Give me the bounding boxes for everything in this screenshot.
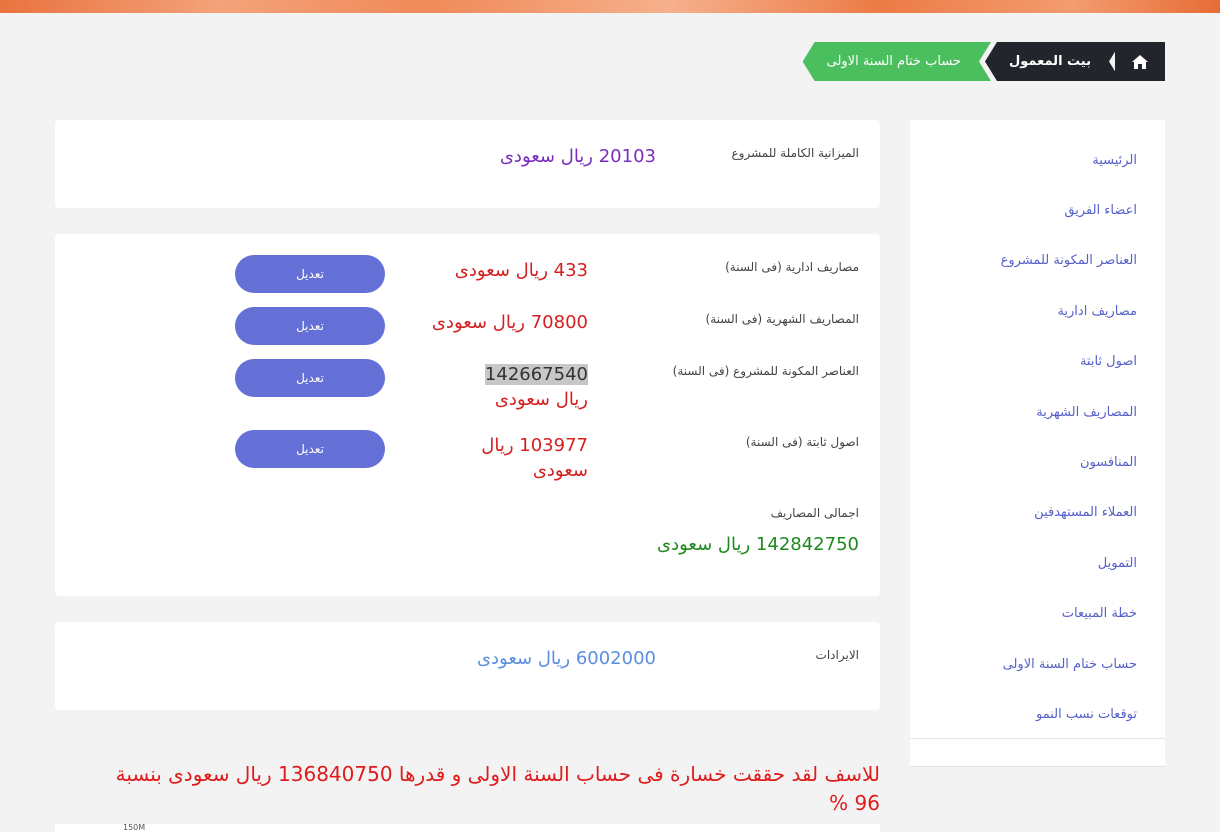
expenses-card: مصاريف ادارية (فى السنة) 433 ريال سعودى …: [55, 234, 880, 596]
sidebar-item-monthly-expenses: المصاريف الشهرية: [910, 387, 1165, 437]
sidebar-link-home[interactable]: الرئيسية: [1092, 153, 1137, 168]
expense-label-monthly: المصاريف الشهرية (فى السنة): [705, 312, 859, 326]
sidebar-link-admin-expenses[interactable]: مصاريف ادارية: [1057, 304, 1137, 319]
budget-label: الميزانية الكاملة للمشروع: [731, 146, 859, 160]
total-expenses-label: اجمالى المصاريف: [770, 506, 859, 520]
revenue-label: الايرادات: [815, 648, 859, 662]
expense-label-admin: مصاريف ادارية (فى السنة): [725, 260, 859, 274]
total-expenses-value: 142842750 ريال سعودى: [657, 534, 859, 555]
breadcrumb-item-current[interactable]: حساب ختام السنة الاولى: [803, 42, 991, 81]
sidebar-link-competitors[interactable]: المنافسون: [1080, 455, 1137, 470]
edit-components-button[interactable]: تعديل: [235, 359, 385, 397]
revenue-value: 6002000 ريال سعودى: [476, 648, 656, 669]
revenue-card: الايرادات 6002000 ريال سعودى: [55, 622, 880, 710]
expense-label-components: العناصر المكونة للمشروع (فى السنة): [672, 364, 859, 378]
sidebar-item-fixed-assets: اصول ثابتة: [910, 337, 1165, 387]
header-banner: [0, 0, 1220, 13]
sidebar-link-sales-plan[interactable]: خطة المبيعات: [1062, 606, 1137, 621]
sidebar-item-home: الرئيسية: [910, 135, 1165, 185]
breadcrumb: بيت المعمول حساب ختام السنة الاولى: [803, 42, 1165, 81]
expense-value-monthly: 70800 ريال سعودى: [431, 312, 588, 333]
edit-fixed-assets-button[interactable]: تعديل: [235, 430, 385, 468]
expense-value-admin: 433 ريال سعودى: [454, 260, 588, 281]
sidebar-link-growth[interactable]: توقعات نسب النمو: [1036, 707, 1137, 722]
expense-value-fixed-assets: 103977 ريال سعودى: [481, 435, 588, 481]
sidebar-item-team: اعضاء الفريق: [910, 185, 1165, 235]
edit-monthly-expenses-button[interactable]: تعديل: [235, 307, 385, 345]
sidebar-link-target-customers[interactable]: العملاء المستهدفين: [1034, 505, 1137, 520]
budget-card: الميزانية الكاملة للمشروع 20103 ريال سعو…: [55, 120, 880, 208]
breadcrumb-home[interactable]: [1115, 42, 1165, 81]
sidebar-menu: الرئيسية اعضاء الفريق العناصر المكونة لل…: [910, 135, 1165, 740]
sidebar-item-admin-expenses: مصاريف ادارية: [910, 286, 1165, 336]
sidebar: الرئيسية اعضاء الفريق العناصر المكونة لل…: [910, 120, 1165, 767]
sidebar-item-growth: توقعات نسب النمو: [910, 689, 1165, 739]
sidebar-link-year-end[interactable]: حساب ختام السنة الاولى: [1003, 657, 1137, 672]
expense-value-components-unit: ريال سعودى: [494, 389, 588, 410]
expense-label-fixed-assets: اصول ثابتة (فى السنة): [745, 435, 859, 449]
sidebar-item-funding: التمويل: [910, 538, 1165, 588]
sidebar-divider: [910, 738, 1165, 739]
sidebar-link-fixed-assets[interactable]: اصول ثابتة: [1080, 354, 1137, 369]
home-icon: [1132, 54, 1148, 69]
sidebar-link-funding[interactable]: التمويل: [1098, 556, 1137, 571]
sidebar-link-components[interactable]: العناصر المكونة للمشروع: [1001, 253, 1137, 268]
sidebar-item-components: العناصر المكونة للمشروع: [910, 236, 1165, 286]
chart-tick-label: 150M: [123, 823, 146, 832]
chart-container: 150M: [55, 823, 880, 832]
sidebar-item-target-customers: العملاء المستهدفين: [910, 488, 1165, 538]
expense-value-components: 142667540 ريال سعودى: [448, 362, 588, 412]
sidebar-link-monthly-expenses[interactable]: المصاريف الشهرية: [1036, 405, 1137, 420]
budget-value: 20103 ريال سعودى: [499, 146, 656, 167]
sidebar-link-team[interactable]: اعضاء الفريق: [1064, 203, 1137, 218]
edit-admin-expenses-button[interactable]: تعديل: [235, 255, 385, 293]
loss-message: للاسف لقد حققت خسارة فى حساب السنة الاول…: [115, 762, 880, 815]
breadcrumb-item-project[interactable]: بيت المعمول: [985, 42, 1121, 81]
expense-value-components-number: 142667540: [484, 364, 588, 385]
sidebar-item-year-end: حساب ختام السنة الاولى: [910, 639, 1165, 689]
sidebar-item-sales-plan: خطة المبيعات: [910, 589, 1165, 639]
sidebar-item-competitors: المنافسون: [910, 437, 1165, 487]
